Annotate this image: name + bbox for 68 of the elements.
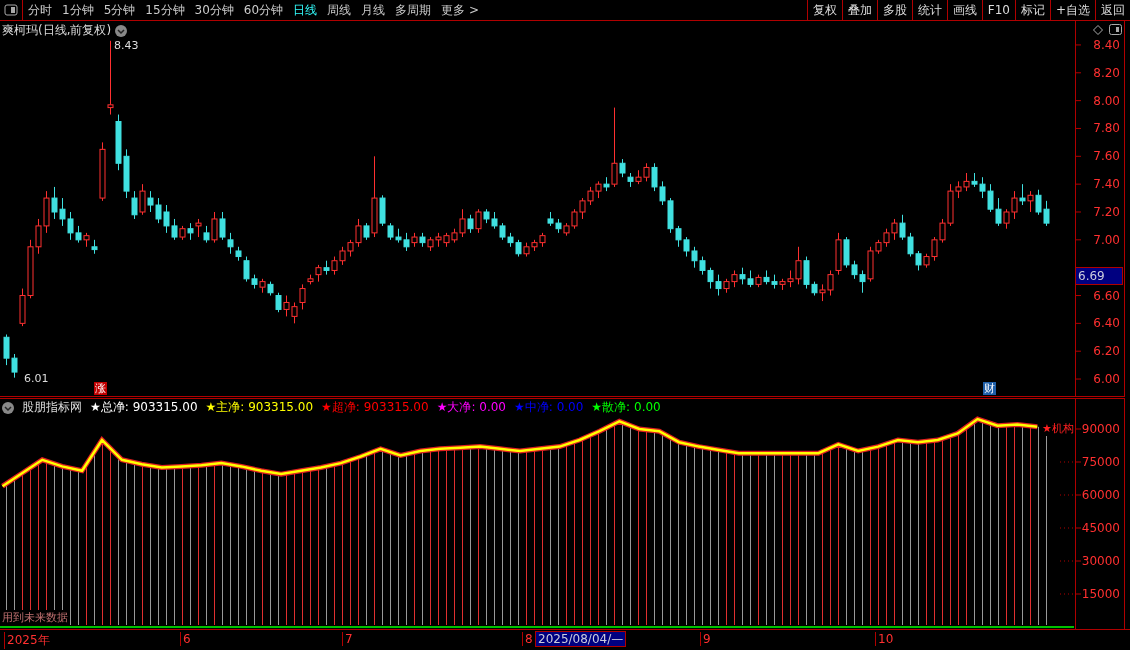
value-tick: 45000: [1081, 521, 1120, 535]
period-tab[interactable]: 30分钟: [189, 0, 239, 20]
legend-item: ★超净: 903315.00: [321, 399, 429, 416]
price-tick: 7.60: [1093, 149, 1120, 164]
value-tick: 75000: [1081, 455, 1120, 469]
diamond-icon[interactable]: [1093, 24, 1103, 35]
period-tab[interactable]: 15分钟: [140, 0, 190, 20]
panel-toggle-icon[interactable]: [1109, 24, 1122, 35]
price-tick: 7.20: [1093, 205, 1120, 219]
period-tab[interactable]: 多周期: [390, 0, 437, 20]
date-label: 2025年: [4, 632, 50, 649]
period-tab[interactable]: 5分钟: [98, 0, 141, 20]
panel-toggle-icon[interactable]: [4, 4, 18, 16]
indicator-name: 股朋指标网: [22, 399, 82, 416]
period-tab[interactable]: 分时: [23, 0, 57, 20]
period-tab[interactable]: 60分钟: [238, 0, 289, 20]
date-label: 9: [700, 632, 711, 646]
event-marker[interactable]: 财: [983, 382, 996, 395]
current-price-badge: 6.69: [1075, 267, 1123, 285]
value-tick: 30000: [1081, 554, 1120, 568]
value-tick: 90000: [1081, 422, 1120, 436]
low-price-label: 6.01: [24, 372, 49, 385]
value-tick: 60000: [1081, 488, 1120, 502]
price-tick: 8.20: [1093, 65, 1120, 80]
price-tick: 6.60: [1093, 288, 1120, 303]
toolbar-button[interactable]: 返回: [1095, 0, 1130, 20]
toolbar-button[interactable]: 叠加: [841, 0, 877, 20]
dropdown-icon[interactable]: [2, 401, 14, 414]
price-tick: 6.20: [1093, 344, 1120, 359]
legend-item: ★主净: 903315.00: [205, 399, 314, 416]
dropdown-icon[interactable]: [115, 24, 128, 37]
period-tab[interactable]: 1分钟: [57, 0, 99, 20]
more-button[interactable]: 更多 >: [436, 0, 484, 20]
date-label: 7: [342, 632, 353, 646]
candlestick: [1027, 190, 1034, 213]
toolbar-button[interactable]: 多股: [876, 0, 912, 20]
price-tick: 8.40: [1093, 37, 1120, 52]
toolbar-button[interactable]: F10: [981, 0, 1015, 20]
toolbar-button[interactable]: 复权: [806, 0, 842, 20]
legend-item: ★总净: 903315.00: [90, 399, 198, 416]
price-tick: 8.00: [1093, 93, 1120, 108]
value-tick: 15000: [1081, 587, 1120, 601]
candlestick: [107, 40, 114, 116]
date-label: 8: [522, 632, 533, 646]
date-label: 6: [180, 632, 191, 646]
series-label: ★机构: [1042, 421, 1074, 436]
period-tab[interactable]: 月线: [356, 0, 391, 20]
line-series: [0, 416, 1040, 489]
legend-item: ★中净: 0.00: [514, 399, 584, 416]
cursor-date: 2025/08/04/—: [535, 631, 627, 647]
toolbar-button[interactable]: +自选: [1049, 0, 1095, 20]
price-tick: 7.80: [1093, 121, 1120, 136]
period-tab[interactable]: 日线: [288, 0, 323, 20]
price-tick: 6.40: [1093, 316, 1120, 331]
legend-item: ★散净: 0.00: [591, 399, 661, 416]
chart-title: 爽柯玛(日线,前复权): [2, 22, 112, 39]
high-price-label: 8.43: [114, 39, 139, 52]
toolbar-button[interactable]: 标记: [1014, 0, 1050, 20]
event-marker[interactable]: 涨: [94, 382, 107, 395]
price-tick: 6.00: [1093, 372, 1120, 387]
period-tab[interactable]: 周线: [322, 0, 357, 20]
price-tick: 7.00: [1093, 232, 1120, 247]
legend-item: ★大净: 0.00: [436, 399, 506, 416]
date-label: 10: [875, 632, 894, 646]
warning-note: 用到未来数据: [2, 610, 68, 625]
toolbar-button[interactable]: 统计: [911, 0, 947, 20]
toolbar-button[interactable]: 画线: [946, 0, 982, 20]
price-tick: 7.40: [1093, 177, 1120, 192]
